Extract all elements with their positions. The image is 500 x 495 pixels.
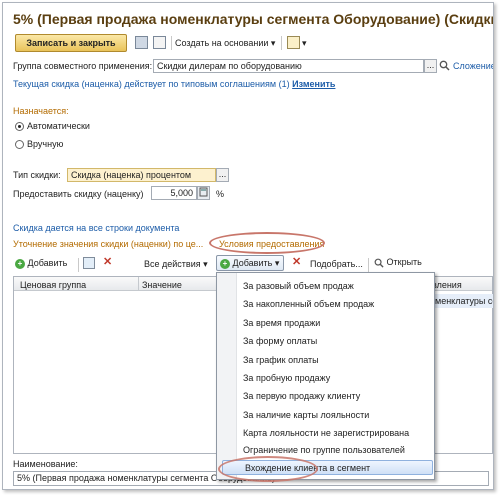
current-discount-text: Текущая скидка (наценка) действует по ти…: [13, 79, 335, 89]
toolbar-separator: [78, 258, 79, 272]
calculator-icon[interactable]: [197, 186, 210, 200]
menu-item-accumulated-volume[interactable]: За накопленный объем продаж: [243, 299, 374, 309]
save-and-close-button[interactable]: Записать и закрыть: [15, 34, 127, 52]
discount-value-input[interactable]: 5,000: [151, 186, 197, 200]
column-conditions[interactable]: вления: [432, 280, 462, 290]
menu-item-first-sale[interactable]: За первую продажу клиенту: [243, 391, 360, 401]
column-price-group[interactable]: Ценовая группа: [20, 280, 86, 290]
discount-type-field[interactable]: Скидка (наценка) процентом: [67, 168, 216, 182]
sum-link[interactable]: Сложение: [453, 61, 493, 71]
chevron-down-icon[interactable]: ▾: [302, 38, 307, 49]
name-label: Наименование:: [13, 459, 78, 469]
table-row[interactable]: менклатуры сег: [432, 294, 493, 308]
highlight-ring: [218, 456, 318, 482]
percent-unit: %: [216, 189, 225, 199]
toolbar: Записать и закрыть Создать на основании …: [11, 34, 491, 52]
all-actions-label: Все действия: [144, 259, 201, 269]
all-actions-menu[interactable]: Все действия ▾: [144, 259, 208, 270]
document-list-icon[interactable]: [153, 36, 166, 49]
tab-clarify[interactable]: Уточнение значения скидки (наценки) по ц…: [13, 239, 203, 249]
menu-item-single-volume[interactable]: За разовый объем продаж: [243, 281, 354, 291]
copy-icon[interactable]: [83, 257, 95, 269]
dialog-window: 5% (Первая продажа номенклатуры сегмента…: [2, 2, 494, 490]
search-icon[interactable]: [439, 60, 450, 73]
table-header: Ценовая группа Значение: [14, 277, 216, 291]
window-title: 5% (Первая продажа номенклатуры сегмента…: [13, 11, 494, 27]
change-link[interactable]: Изменить: [292, 79, 335, 89]
chevron-down-icon: ▾: [274, 258, 280, 268]
menu-item-trial-sale[interactable]: За пробную продажу: [243, 373, 330, 383]
group-label: Группа совместного применения:: [13, 61, 153, 71]
highlight-ring: [209, 232, 325, 254]
delete-icon[interactable]: ✕: [103, 255, 112, 268]
left-add-button[interactable]: + Добавить: [15, 258, 67, 269]
document-note: Скидка дается на все строки документа: [13, 223, 180, 233]
right-add-label: Добавить: [232, 258, 273, 268]
radio-manual[interactable]: [15, 140, 24, 149]
radio-manual-label: Вручную: [27, 139, 64, 149]
add-icon: +: [15, 258, 25, 269]
assigned-label: Назначается:: [13, 106, 69, 116]
menu-item-card-not-registered[interactable]: Карта лояльности не зарегистрирована: [243, 428, 409, 438]
group-select-button[interactable]: ...: [424, 59, 437, 73]
pick-button[interactable]: Подобрать...: [310, 259, 363, 269]
menu-item-payment-schedule[interactable]: За график оплаты: [243, 355, 319, 365]
chevron-down-icon: ▾: [203, 259, 208, 269]
menu-item-loyalty-card[interactable]: За наличие карты лояльности: [243, 410, 369, 420]
provide-discount-label: Предоставить скидку (наценку): [13, 189, 144, 199]
search-icon: [374, 258, 384, 268]
group-field[interactable]: Скидки дилерам по оборудованию: [153, 59, 424, 73]
toolbar-separator: [281, 36, 282, 50]
current-discount-note: Текущая скидка (наценка) действует по ти…: [13, 79, 290, 89]
save-icon[interactable]: [135, 36, 148, 49]
column-divider: [138, 277, 139, 291]
create-based-on-menu[interactable]: Создать на основании ▾: [175, 38, 275, 49]
price-group-table: Ценовая группа Значение: [13, 276, 217, 454]
add-icon: +: [220, 258, 230, 269]
discount-type-select-button[interactable]: ...: [216, 168, 229, 182]
open-button[interactable]: Открыть: [374, 257, 422, 268]
toolbar-separator: [368, 258, 369, 272]
left-add-label: Добавить: [27, 258, 68, 268]
discount-type-label: Тип скидки:: [13, 170, 61, 180]
right-add-button[interactable]: + Добавить ▾: [216, 255, 284, 271]
menu-item-user-group-limit[interactable]: Ограничение по группе пользователей: [243, 445, 405, 455]
toolbar-separator: [171, 36, 172, 50]
menu-icon-column: [217, 273, 237, 479]
menu-item-sale-time[interactable]: За время продажи: [243, 318, 320, 328]
report-icon[interactable]: [287, 36, 300, 49]
create-based-on-label: Создать на основании: [175, 38, 269, 48]
column-value[interactable]: Значение: [142, 280, 182, 290]
chevron-down-icon: ▾: [270, 38, 276, 48]
radio-automatic-label: Автоматически: [27, 121, 90, 131]
add-dropdown-menu: За разовый объем продаж За накопленный о…: [216, 272, 435, 480]
delete-icon[interactable]: ✕: [292, 255, 301, 268]
radio-automatic[interactable]: [15, 122, 24, 131]
menu-item-payment-form[interactable]: За форму оплаты: [243, 336, 317, 346]
open-label: Открыть: [386, 257, 422, 267]
